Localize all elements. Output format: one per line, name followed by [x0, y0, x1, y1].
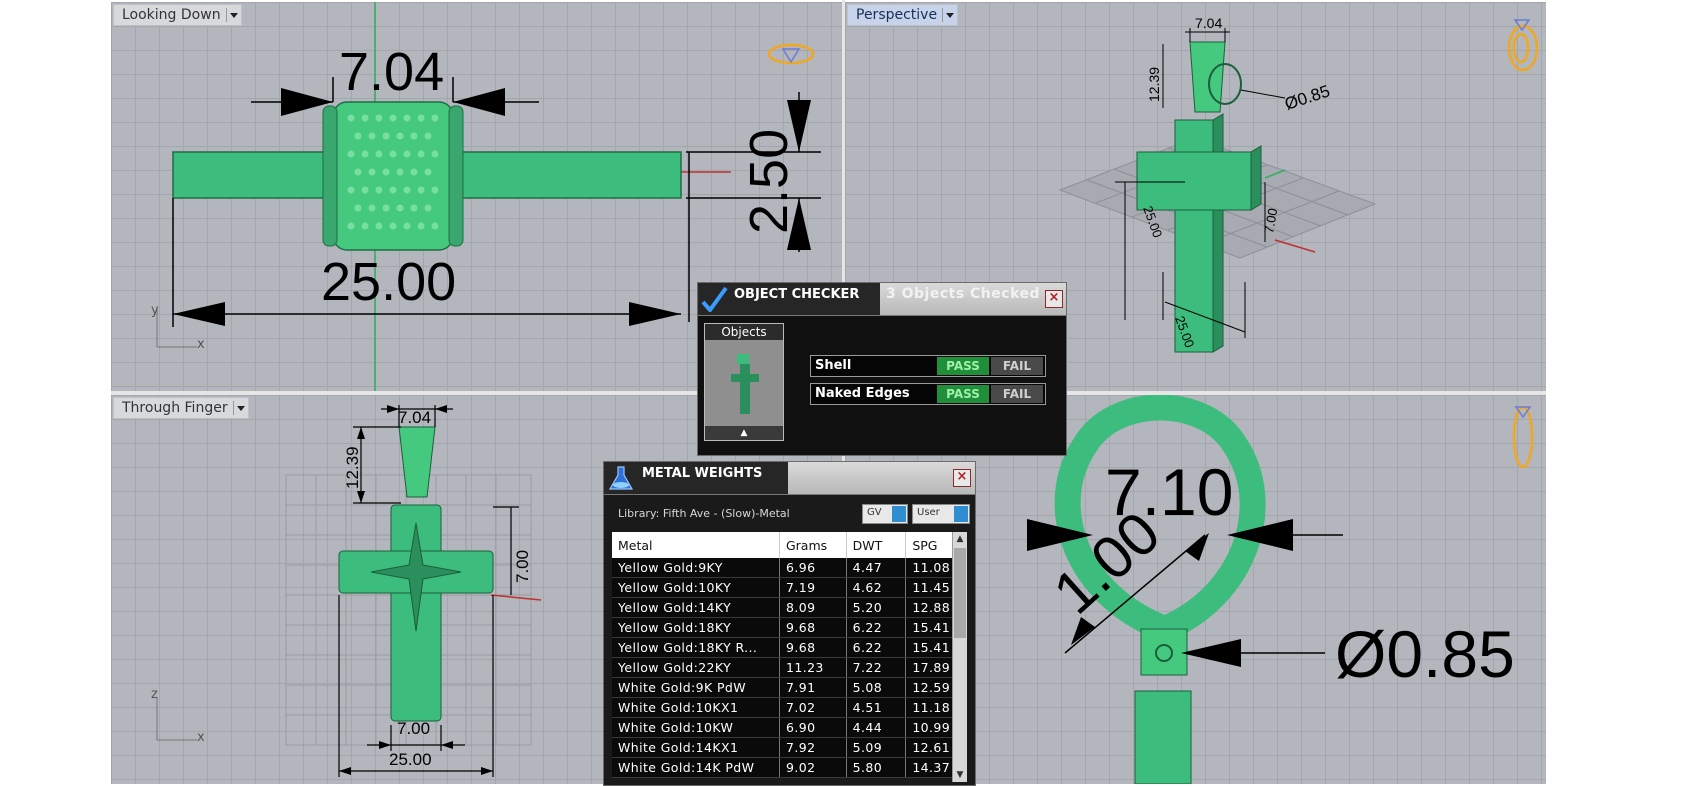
scrollbar-thumb[interactable]	[954, 548, 966, 638]
ring-gizmo-icon	[1507, 19, 1539, 72]
table-row[interactable]: White Gold:10KX1 7.02 4.51 11.18	[612, 697, 959, 718]
table-row[interactable]: Yellow Gold:22KY 11.23 7.22 17.89	[612, 657, 959, 678]
viewport-label-through-finger[interactable]: Through Finger	[113, 397, 249, 419]
column-header-dwt[interactable]: DWT	[846, 532, 907, 558]
chevron-down-icon[interactable]	[942, 8, 955, 22]
dim-2-50: 2.50	[739, 129, 799, 234]
dim-7-04: 7.04	[339, 42, 444, 102]
ring-gizmo-icon	[767, 43, 815, 65]
check-row-shell: Shell PASS FAIL	[810, 355, 1046, 377]
persp-dim-12-39: 12.39	[1146, 67, 1162, 102]
viewport-label-perspective[interactable]: Perspective	[847, 4, 959, 26]
objects-checked-status: 3 Objects Checked	[886, 286, 1041, 302]
metal-flask-icon	[608, 466, 634, 490]
metal-weights-title: METAL WEIGHTS	[642, 466, 763, 481]
svg-text:y: y	[151, 303, 159, 318]
user-toggle[interactable]: User	[912, 504, 970, 524]
fail-badge[interactable]: FAIL	[991, 357, 1043, 375]
gv-toggle[interactable]: GV	[862, 504, 908, 524]
ring-gizmo-icon	[1512, 405, 1534, 469]
detail-dim-0-85: Ø0.85	[1335, 617, 1515, 691]
viewport-label-looking-down[interactable]: Looking Down	[113, 4, 242, 26]
scroll-down-arrow[interactable]: ▼	[953, 768, 967, 782]
checkmark-icon	[701, 286, 728, 312]
svg-text:x: x	[197, 337, 205, 352]
table-row[interactable]: Yellow Gold:18KY R... 9.68 6.22 15.41	[612, 637, 959, 658]
front-dim-7-04: 7.04	[398, 408, 431, 427]
table-row[interactable]: White Gold:14KX1 7.92 5.09 12.61	[612, 737, 959, 758]
pass-badge[interactable]: PASS	[937, 357, 989, 375]
metal-weights-panel: METAL WEIGHTS × Library: Fifth Ave - (Sl…	[603, 461, 976, 786]
column-header-metal[interactable]: Metal	[612, 532, 780, 558]
table-row[interactable]: Yellow Gold:14KY 8.09 5.20 12.88	[612, 597, 959, 618]
objects-list-header: Objects	[705, 324, 783, 340]
dim-25-00: 25.00	[321, 252, 456, 312]
front-dim-7-00-vertical: 7.00	[513, 550, 532, 583]
metal-weights-table: Metal Grams DWT SPG Yellow Gold:9KY 6.96 4…	[612, 532, 959, 778]
table-row[interactable]: Yellow Gold:9KY 6.96 4.47 11.08	[612, 558, 959, 578]
objects-list[interactable]: Objects ▲	[704, 323, 784, 441]
table-row[interactable]: Yellow Gold:10KY 7.19 4.62 11.45	[612, 577, 959, 598]
table-row[interactable]: White Gold:14K PdW 9.02 5.80 14.37	[612, 757, 959, 778]
front-dim-25-00: 25.00	[389, 750, 432, 769]
scroll-up-button[interactable]: ▲	[705, 426, 783, 440]
close-button[interactable]: ×	[953, 469, 971, 487]
persp-dim-0-85: Ø0.85	[1282, 81, 1332, 113]
front-dim-7-00: 7.00	[397, 719, 430, 738]
table-scrollbar[interactable]: ▲ ▼	[952, 532, 967, 782]
table-row[interactable]: White Gold:10KW 6.90 4.44 10.99	[612, 717, 959, 738]
table-row[interactable]: Yellow Gold:18KY 9.68 6.22 15.41	[612, 617, 959, 638]
column-header-grams[interactable]: Grams	[779, 532, 847, 558]
object-checker-panel: OBJECT CHECKER 3 Objects Checked × Objec…	[697, 282, 1067, 456]
scroll-up-arrow[interactable]: ▲	[953, 532, 967, 546]
column-header-spg[interactable]: SPG	[905, 532, 959, 558]
object-checker-titlebar[interactable]: OBJECT CHECKER 3 Objects Checked ×	[698, 283, 1066, 316]
object-checker-title: OBJECT CHECKER	[734, 287, 860, 302]
cross-model-front	[338, 426, 494, 722]
close-button[interactable]: ×	[1045, 290, 1063, 308]
table-row[interactable]: White Gold:9K PdW 7.91 5.08 12.59	[612, 677, 959, 698]
pass-badge[interactable]: PASS	[937, 385, 989, 403]
library-label: Library: Fifth Ave - (Slow)-Metal	[618, 507, 790, 520]
svg-text:z: z	[151, 687, 158, 702]
front-dim-12-39: 12.39	[343, 446, 362, 489]
fail-badge[interactable]: FAIL	[991, 385, 1043, 403]
check-row-naked-edges: Naked Edges PASS FAIL	[810, 383, 1046, 405]
svg-text:x: x	[197, 730, 205, 745]
persp-dim-7-04: 7.04	[1195, 15, 1222, 31]
chevron-down-icon[interactable]	[225, 8, 239, 22]
chevron-down-icon[interactable]	[232, 401, 246, 415]
table-header: Metal Grams DWT SPG	[612, 532, 959, 558]
metal-weights-titlebar[interactable]: METAL WEIGHTS ×	[604, 462, 975, 495]
cross-thumbnail-icon	[731, 354, 759, 414]
